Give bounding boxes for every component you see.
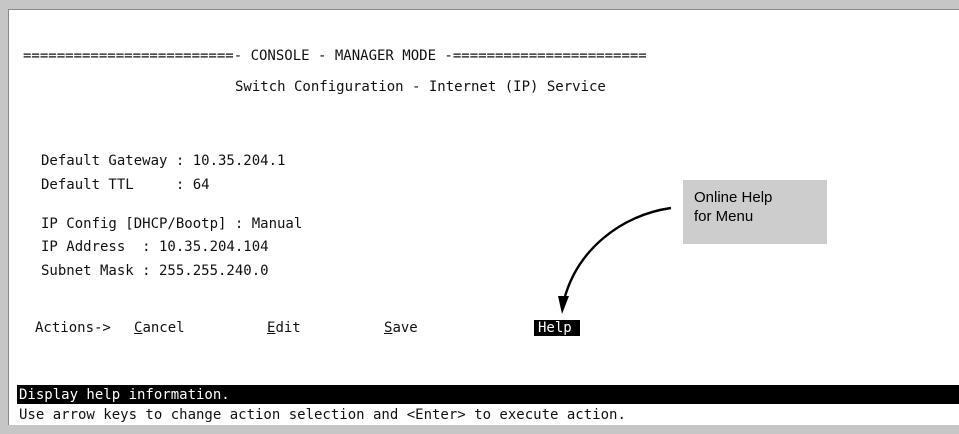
callout-line-2: for Menu [694,208,754,225]
cancel-label: ancel [142,320,185,336]
default-gateway-field: Default Gateway : 10.35.204.1 [41,153,286,169]
online-help-callout: Online Help for Menu [683,180,827,244]
status-message: Display help information. [19,387,230,403]
ip-config-field: IP Config [DHCP/Bootp] : Manual [41,216,303,232]
arrow-curve [562,206,672,301]
page-title: Switch Configuration - Internet (IP) Ser… [235,79,606,95]
help-hint: Use arrow keys to change action selectio… [19,407,626,423]
edit-action[interactable]: Edit [267,320,301,336]
ip-address-field: IP Address : 10.35.204.104 [41,239,269,255]
actions-label: Actions-> [35,320,111,336]
cancel-action[interactable]: Cancel [134,320,185,336]
arrow-head [558,296,569,314]
status-bar: Display help information. [17,385,959,404]
subnet-mask-field: Subnet Mask : 255.255.240.0 [41,263,269,279]
console-header-line: =========================- CONSOLE - MAN… [23,48,647,64]
save-action[interactable]: Save [384,320,418,336]
edit-label: dit [275,320,301,336]
console-screen: =========================- CONSOLE - MAN… [8,9,959,425]
save-label: ave [392,320,418,336]
default-ttl-field: Default TTL : 64 [41,177,210,193]
help-action[interactable]: Help [534,320,580,336]
callout-line-1: Online Help [694,189,773,206]
